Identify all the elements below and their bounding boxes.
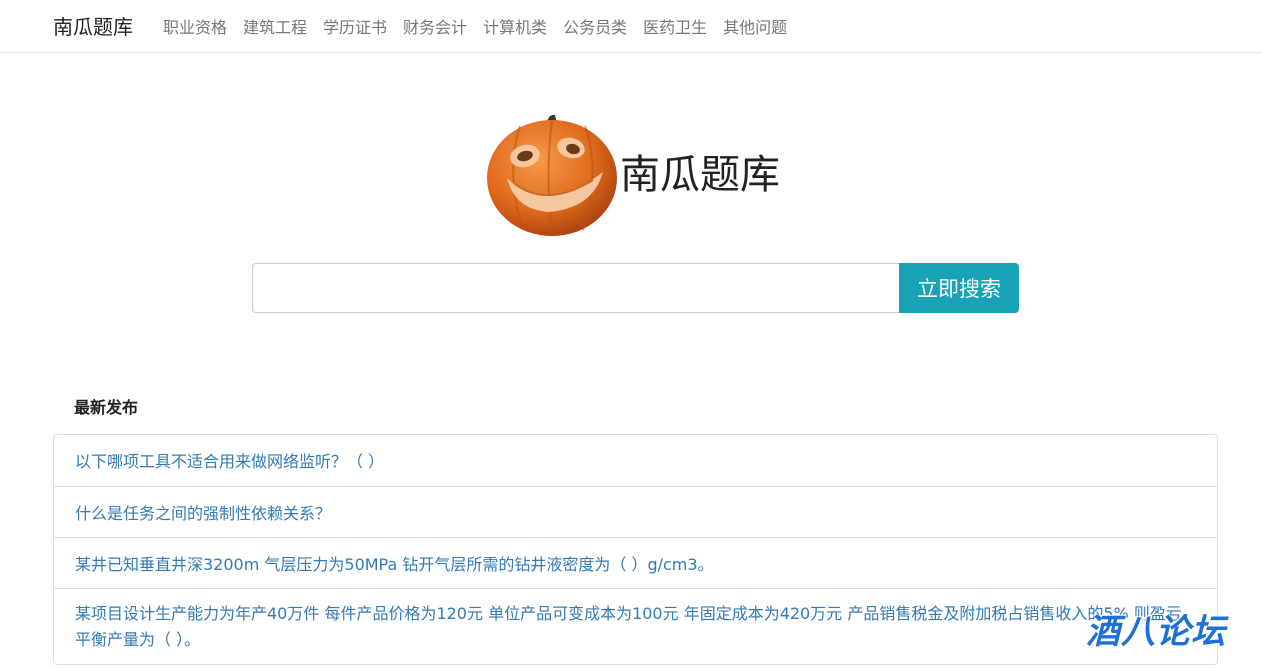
- nav-item-academic-certificate[interactable]: 学历证书: [323, 14, 387, 38]
- question-link[interactable]: 什么是任务之间的强制性依赖关系？: [75, 504, 331, 523]
- nav-item-medicine-health[interactable]: 医药卫生: [643, 14, 707, 38]
- site-title: 南瓜题库: [620, 152, 780, 198]
- nav-item-finance-accounting[interactable]: 财务会计: [403, 14, 467, 38]
- question-link[interactable]: 以下哪项工具不适合用来做网络监听？（ ）: [75, 452, 384, 471]
- navbar-menu: 职业资格 建筑工程 学历证书 财务会计 计算机类 公务员类 医药卫生 其他问题: [163, 14, 787, 38]
- question-link[interactable]: 某井已知垂直井深3200m 气层压力为50MPa 钻开气层所需的钻井液密度为（ …: [75, 555, 714, 574]
- nav-item-construction[interactable]: 建筑工程: [243, 14, 307, 38]
- top-navbar: 南瓜题库 职业资格 建筑工程 学历证书 财务会计 计算机类 公务员类 医药卫生 …: [0, 0, 1262, 53]
- latest-section-title: 最新发布: [74, 398, 139, 417]
- list-item: 以下哪项工具不适合用来做网络监听？（ ）: [54, 435, 1217, 486]
- search-input[interactable]: [252, 263, 900, 313]
- nav-item-career-qualification[interactable]: 职业资格: [163, 14, 227, 38]
- list-item: 某项目设计生产能力为年产40万件 每件产品价格为120元 单位产品可变成本为10…: [54, 588, 1217, 664]
- nav-item-computer[interactable]: 计算机类: [483, 14, 547, 38]
- list-item: 什么是任务之间的强制性依赖关系？: [54, 486, 1217, 537]
- nav-item-other[interactable]: 其他问题: [723, 14, 787, 38]
- nav-item-civil-service[interactable]: 公务员类: [563, 14, 627, 38]
- forum-watermark: 酒八论坛: [1086, 612, 1226, 652]
- pumpkin-icon: [487, 114, 617, 237]
- latest-list: 以下哪项工具不适合用来做网络监听？（ ） 什么是任务之间的强制性依赖关系？ 某井…: [53, 434, 1218, 665]
- navbar-brand[interactable]: 南瓜题库: [53, 11, 133, 40]
- search-button[interactable]: 立即搜索: [899, 263, 1019, 313]
- question-link[interactable]: 某项目设计生产能力为年产40万件 每件产品价格为120元 单位产品可变成本为10…: [75, 604, 1182, 649]
- list-item: 某井已知垂直井深3200m 气层压力为50MPa 钻开气层所需的钻井液密度为（ …: [54, 537, 1217, 588]
